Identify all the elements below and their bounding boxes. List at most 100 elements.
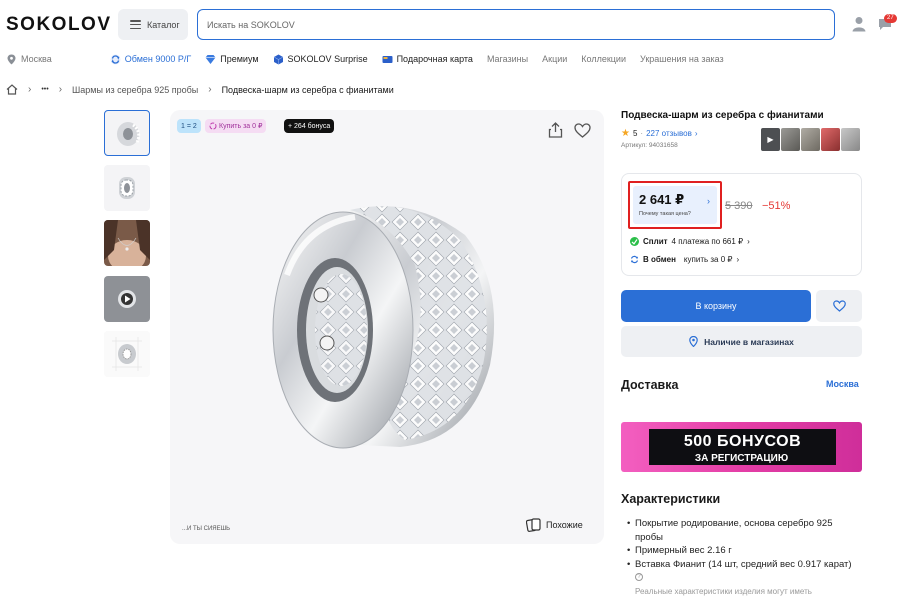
- notification-badge: 27: [884, 14, 897, 23]
- chevron-right-icon: ›: [694, 129, 698, 138]
- characteristics-list: Покрытие родирование, основа серебро 925…: [627, 517, 861, 585]
- nav-item-custom-jewelry[interactable]: Украшения на заказ: [640, 54, 724, 64]
- catalog-label: Каталог: [147, 19, 180, 30]
- nav-item-label: Украшения на заказ: [640, 54, 724, 64]
- gift-card-icon: [382, 55, 393, 63]
- breadcrumb-item[interactable]: Шармы из серебра 925 пробы: [72, 85, 198, 95]
- review-photo[interactable]: [781, 128, 800, 151]
- city-selector[interactable]: Москва: [6, 54, 52, 65]
- nav-item-surprise[interactable]: SOKOLOV Surprise: [273, 54, 368, 65]
- nav-item-premium[interactable]: Премиум: [205, 54, 259, 65]
- star-icon: ★: [621, 128, 630, 139]
- delivery-city-link[interactable]: Москва: [826, 379, 859, 389]
- store-availability-button[interactable]: Наличие в магазинах: [621, 326, 862, 357]
- gallery-thumbnail[interactable]: [104, 165, 150, 211]
- share-icon[interactable]: [548, 122, 563, 138]
- nav-item-label: SOKOLOV Surprise: [287, 54, 368, 64]
- price-highlight[interactable]: 2 641 ₽ Почему такая цена? ›: [628, 181, 722, 229]
- characteristics-note: Реальные характеристики изделия могут им…: [635, 587, 812, 596]
- review-photo[interactable]: [841, 128, 860, 151]
- current-price: 2 641 ₽: [639, 192, 685, 207]
- reviews-link[interactable]: 227 отзывов: [646, 129, 692, 138]
- play-icon: ▶: [767, 135, 774, 144]
- registration-bonus-banner[interactable]: 500 БОНУСОВ ЗА РЕГИСТРАЦИЮ: [621, 422, 862, 472]
- store-availability-label: Наличие в магазинах: [704, 336, 794, 347]
- chevron-right-icon: ›: [208, 84, 212, 95]
- review-photo[interactable]: [821, 128, 840, 151]
- menu-icon: [130, 20, 141, 29]
- review-photos: ▶: [761, 128, 860, 151]
- gallery-thumbnail[interactable]: [104, 220, 150, 266]
- old-price: 5 390: [725, 200, 753, 212]
- breadcrumb-current: Подвеска-шарм из серебра с фианитами: [221, 84, 394, 95]
- chevron-right-icon: ›: [58, 84, 63, 95]
- price-block: 2 641 ₽ Почему такая цена? ›: [633, 186, 717, 224]
- nav-item-gift-card[interactable]: Подарочная карта: [382, 54, 473, 65]
- exchange-icon: [209, 122, 217, 130]
- cube-icon: [273, 54, 283, 64]
- split-payment-row[interactable]: Сплит 4 платежа по 661 ₽ ›: [630, 237, 750, 246]
- diamond-icon: [205, 54, 216, 64]
- exchange-icon: [630, 255, 639, 264]
- rating-row: ★ 5 · 227 отзывов ›: [621, 128, 698, 139]
- home-icon[interactable]: [6, 84, 18, 95]
- image-caption: ...И ТЫ СИЯЕШЬ: [182, 526, 231, 532]
- sub-navigation: Москва Обмен 9000 Р/Г Премиум SOKOLOV Su…: [6, 52, 738, 66]
- nav-item-collections[interactable]: Коллекции: [581, 54, 626, 64]
- city-label: Москва: [21, 54, 52, 64]
- heart-icon: [832, 300, 846, 312]
- nav-item-label: Подарочная карта: [396, 54, 473, 64]
- article-number: Артикул: 94031658: [621, 142, 678, 149]
- chevron-right-icon: ›: [707, 196, 710, 206]
- similar-button[interactable]: Похожие: [526, 517, 583, 532]
- nav-item-stores[interactable]: Магазины: [487, 54, 528, 64]
- nav-item-label: Премиум: [220, 54, 259, 64]
- favorite-button[interactable]: [816, 290, 862, 322]
- banner-headline: 500 БОНУСОВ: [683, 433, 802, 450]
- breadcrumb: › ••• › Шармы из серебра 925 пробы › Под…: [6, 84, 394, 95]
- characteristics-title: Характеристики: [621, 492, 721, 506]
- video-thumbnail[interactable]: [104, 276, 150, 322]
- discount-badge: −51%: [762, 200, 791, 212]
- review-video-thumbnail[interactable]: ▶: [761, 128, 780, 151]
- catalog-button[interactable]: Каталог: [118, 9, 188, 40]
- search-input[interactable]: Искать на SOKOLOV: [197, 9, 835, 40]
- similar-label: Похожие: [546, 519, 583, 530]
- chevron-right-icon: ›: [28, 84, 32, 95]
- review-photo[interactable]: [801, 128, 820, 151]
- add-to-cart-button[interactable]: В корзину: [621, 290, 811, 322]
- promo-tag: 1 = 2: [177, 119, 201, 133]
- chevron-right-icon: ›: [747, 237, 750, 246]
- info-icon[interactable]: ?: [635, 573, 643, 582]
- exchange-row[interactable]: В обмен купить за 0 ₽ ›: [630, 255, 739, 264]
- location-pin-icon: [7, 54, 16, 64]
- characteristic-item: Вставка Фианит (14 шт, средний вес 0.917…: [627, 558, 861, 585]
- nav-item-label: Магазины: [486, 54, 529, 64]
- split-brand: Сплит: [643, 237, 668, 246]
- price-card: 2 641 ₽ Почему такая цена? › 5 390 −51% …: [621, 173, 862, 276]
- chevron-right-icon: ›: [736, 255, 740, 264]
- gallery-thumbnail[interactable]: [104, 110, 150, 156]
- nav-item-exchange[interactable]: Обмен 9000 Р/Г: [110, 54, 192, 65]
- exchange-brand: В обмен: [643, 255, 676, 264]
- search-placeholder: Искать на SOKOLOV: [207, 19, 295, 30]
- nav-item-label: Акции: [542, 54, 568, 64]
- characteristic-item: Примерный вес 2.16 г: [627, 544, 861, 558]
- bonus-tag: + 264 бонуса: [284, 119, 335, 133]
- promo-tag-label: Купить за 0 ₽: [219, 123, 263, 130]
- heart-icon[interactable]: [574, 123, 591, 138]
- product-title: Подвеска-шарм из серебра с фианитами: [621, 110, 824, 121]
- characteristic-item: Покрытие родирование, основа серебро 925…: [627, 517, 861, 544]
- banner-subline: ЗА РЕГИСТРАЦИЮ: [694, 453, 789, 464]
- gallery-thumbnail[interactable]: [104, 331, 150, 377]
- breadcrumb-ellipsis[interactable]: •••: [41, 86, 48, 93]
- nav-item-label: Коллекции: [581, 54, 626, 64]
- main-product-image[interactable]: 1 = 2 Купить за 0 ₽ + 264 бонуса ...И ТЫ…: [170, 110, 604, 544]
- split-text: 4 платежа по 661 ₽: [671, 237, 744, 246]
- site-logo[interactable]: SOKOLOV: [6, 14, 112, 36]
- user-icon[interactable]: [852, 16, 866, 32]
- split-logo-icon: [630, 237, 639, 246]
- nav-item-label: Обмен 9000 Р/Г: [124, 54, 192, 64]
- location-pin-icon: [689, 336, 698, 347]
- nav-item-promotions[interactable]: Акции: [542, 54, 567, 64]
